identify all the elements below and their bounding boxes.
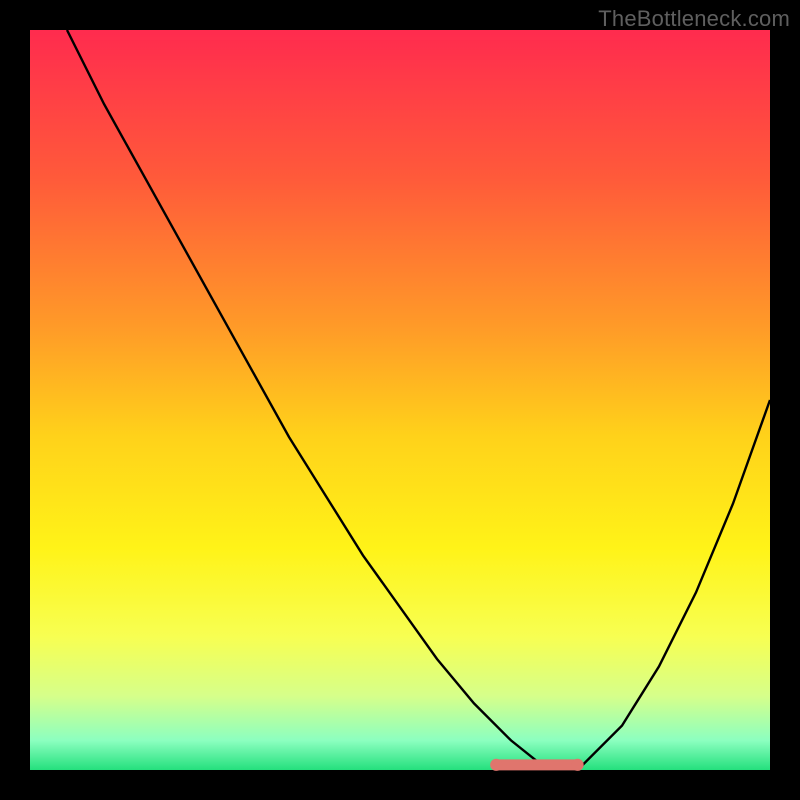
bottleneck-chart (0, 0, 800, 800)
chart-stage: TheBottleneck.com (0, 0, 800, 800)
gradient-field (30, 30, 770, 770)
trough-dot-right (572, 759, 584, 771)
trough-dot-left (490, 759, 502, 771)
watermark-label: TheBottleneck.com (598, 6, 790, 32)
